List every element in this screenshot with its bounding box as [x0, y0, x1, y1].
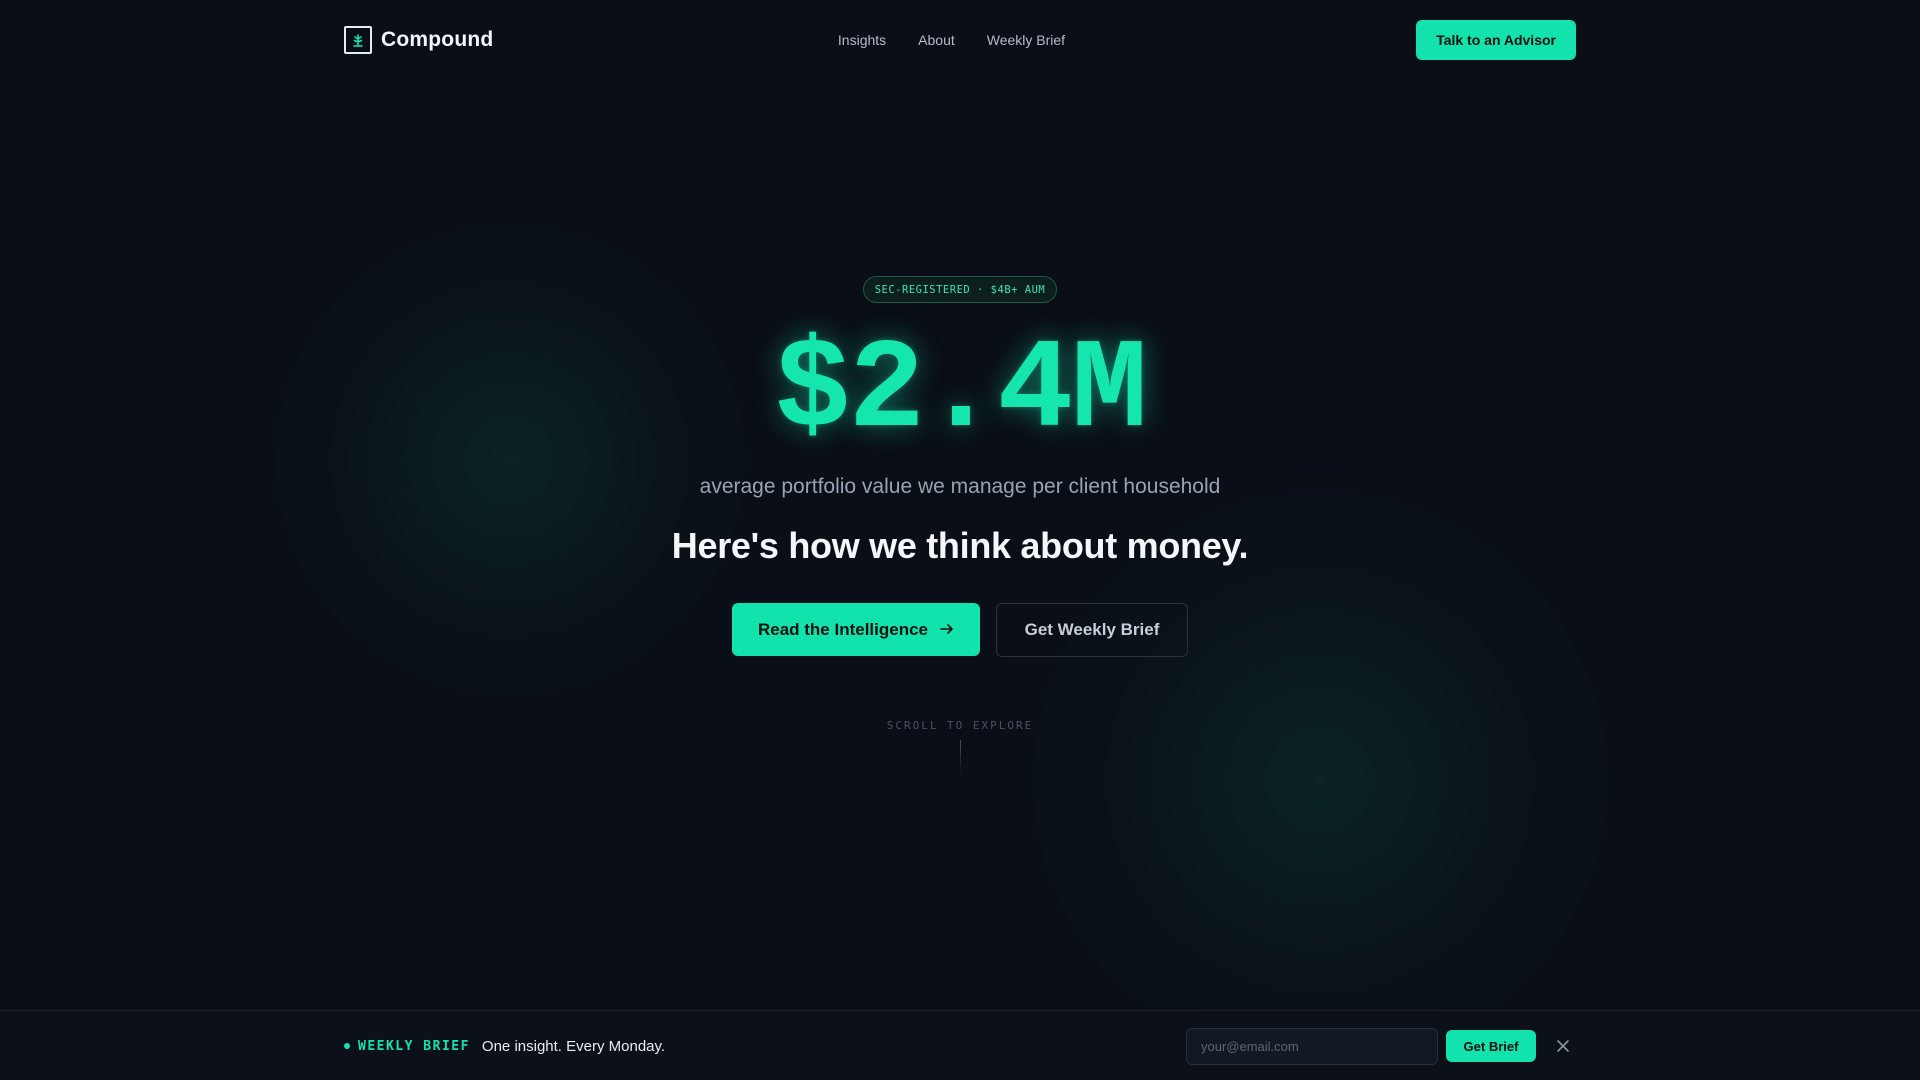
weekly-brief-form: Get Brief	[1186, 1027, 1576, 1065]
nav-links: Insights About Weekly Brief	[344, 20, 1576, 60]
weekly-brief-tag: WEEKLY BRIEF	[358, 1038, 470, 1054]
hero-stat-caption: average portfolio value we manage per cl…	[699, 475, 1221, 498]
arrow-right-icon	[940, 620, 954, 640]
weekly-brief-inner: WEEKLY BRIEF One insight. Every Monday. …	[344, 1011, 1576, 1080]
get-weekly-brief-button[interactable]: Get Weekly Brief	[996, 603, 1188, 657]
read-intelligence-label: Read the Intelligence	[757, 619, 929, 639]
close-icon[interactable]	[1550, 1033, 1576, 1059]
hero-stat-value: $2.4M	[774, 320, 1147, 464]
registration-badge: SEC-REGISTERED · $4B+ AUM	[862, 276, 1058, 303]
brand-name: Compound	[381, 28, 494, 51]
hero-headline: Here's how we think about money.	[671, 525, 1249, 566]
top-nav: Compound Insights About Weekly Brief Tal…	[344, 20, 1576, 60]
status-dot	[344, 1043, 350, 1049]
get-brief-button[interactable]: Get Brief	[1446, 1030, 1536, 1062]
hero-cta-row: Read the Intelligence Get Weekly Brief	[732, 603, 1188, 657]
scroll-indicator-line	[959, 740, 961, 774]
nav-link-about[interactable]: About	[918, 32, 955, 48]
weekly-brief-message: WEEKLY BRIEF One insight. Every Monday.	[344, 1038, 665, 1055]
weekly-brief-text: One insight. Every Monday.	[481, 1037, 666, 1055]
tree-chart-icon	[344, 26, 372, 54]
talk-to-advisor-button[interactable]: Talk to an Advisor	[1416, 20, 1576, 60]
hero: SEC-REGISTERED · $4B+ AUM $2.4M average …	[0, 276, 1920, 774]
weekly-brief-bar: WEEKLY BRIEF One insight. Every Monday. …	[0, 1010, 1920, 1080]
scroll-hint: SCROLL TO EXPLORE	[886, 719, 1034, 732]
read-intelligence-button[interactable]: Read the Intelligence	[732, 603, 980, 656]
page: Compound Insights About Weekly Brief Tal…	[0, 0, 1920, 1080]
email-field[interactable]	[1186, 1027, 1438, 1065]
nav-link-insights[interactable]: Insights	[838, 32, 886, 48]
nav-link-weekly-brief[interactable]: Weekly Brief	[987, 32, 1065, 48]
brand[interactable]: Compound	[344, 26, 493, 54]
